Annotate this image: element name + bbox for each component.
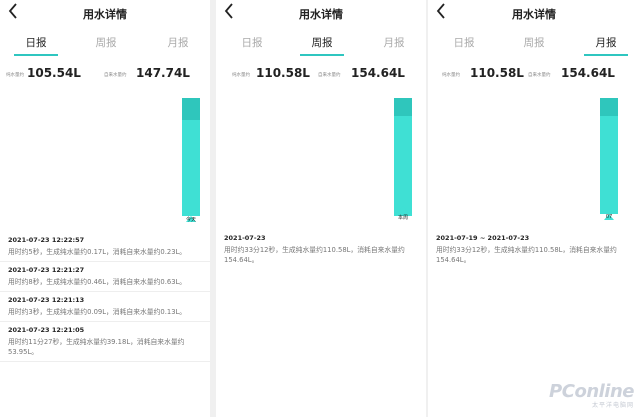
- nav-header: 用水详情: [0, 0, 210, 28]
- record-desc: 用时约33分12秒，生成纯水量约110.58L，消耗自来水量约154.64L。: [436, 246, 617, 264]
- pure-water-label: 纯水量约: [6, 73, 24, 78]
- usage-chart: 本周: [216, 90, 426, 230]
- record-time: 2021-07-19 ~ 2021-07-23: [436, 234, 530, 242]
- tab-monthly[interactable]: 月报: [364, 34, 424, 58]
- usage-bar-cap: [182, 98, 200, 120]
- list-item[interactable]: 2021-07-19 ~ 2021-07-23 用时约33分12秒，生成纯水量约…: [428, 230, 640, 269]
- water-stats: 纯水量约 110.58L 自来水量约 154.64L: [428, 66, 640, 84]
- page-title: 用水详情: [512, 8, 556, 21]
- tab-daily[interactable]: 日报: [222, 34, 282, 58]
- record-desc: 用时约3秒，生成纯水量约0.09L，消耗自来水量约0.13L。: [8, 308, 187, 316]
- report-tabs: 日报 周报 月报: [428, 34, 640, 60]
- record-time: 2021-07-23 12:21:27: [8, 266, 85, 274]
- tap-water-label: 自来水量约: [104, 73, 127, 78]
- list-item[interactable]: 2021-07-23 12:21:05 用时约11分27秒，生成纯水量约39.1…: [0, 322, 210, 362]
- tab-weekly[interactable]: 周报: [504, 34, 564, 58]
- usage-records: 2021-07-23 用时约33分12秒，生成纯水量约110.58L，消耗自来水…: [216, 230, 426, 269]
- usage-records: 2021-07-23 12:22:57 用时约5秒，生成纯水量约0.17L，消耗…: [0, 232, 210, 362]
- pure-water-label: 纯水量约: [442, 73, 460, 78]
- pure-water-value: 110.58L: [470, 66, 524, 80]
- list-item[interactable]: 2021-07-23 用时约33分12秒，生成纯水量约110.58L，消耗自来水…: [216, 230, 426, 269]
- pure-water-value: 110.58L: [256, 66, 310, 80]
- report-tabs: 日报 周报 月报: [0, 34, 210, 60]
- report-tabs: 日报 周报 月报: [216, 34, 426, 60]
- screenshot-stage: 用水详情 日报 周报 月报 纯水量约 105.54L 自来水量约 147.74L…: [0, 0, 640, 417]
- usage-bar[interactable]: [182, 98, 200, 216]
- tab-monthly[interactable]: 月报: [576, 34, 636, 58]
- nav-header: 用水详情: [428, 0, 640, 28]
- list-item[interactable]: 2021-07-23 12:21:27 用时约8秒，生成纯水量约0.46L，消耗…: [0, 262, 210, 292]
- tab-daily[interactable]: 日报: [6, 34, 66, 58]
- water-stats: 纯水量约 110.58L 自来水量约 154.64L: [216, 66, 426, 84]
- tab-weekly[interactable]: 周报: [76, 34, 136, 58]
- usage-records: 2021-07-19 ~ 2021-07-23 用时约33分12秒，生成纯水量约…: [428, 230, 640, 269]
- list-item[interactable]: 2021-07-23 12:22:57 用时约5秒，生成纯水量约0.17L，消耗…: [0, 232, 210, 262]
- record-desc: 用时约8秒，生成纯水量约0.46L，消耗自来水量约0.63L。: [8, 278, 187, 286]
- bar-period-tag: 本周: [397, 215, 408, 221]
- pure-water-label: 纯水量约: [232, 73, 250, 78]
- tap-water-value: 147.74L: [136, 66, 190, 80]
- record-desc: 用时约33分12秒，生成纯水量约110.58L，消耗自来水量约154.64L。: [224, 246, 405, 264]
- pure-water-value: 105.54L: [27, 66, 81, 80]
- record-time: 2021-07-23 12:21:13: [8, 296, 85, 304]
- page-title: 用水详情: [83, 8, 127, 21]
- list-item[interactable]: 2021-07-23 12:21:13 用时约3秒，生成纯水量约0.09L，消耗…: [0, 292, 210, 322]
- weekly-report-screen: 用水详情 日报 周报 月报 纯水量约 110.58L 自来水量约 154.64L…: [216, 0, 426, 417]
- bar-pointer-icon: [398, 206, 408, 212]
- usage-chart: 07: [428, 90, 640, 230]
- tap-water-value: 154.64L: [561, 66, 615, 80]
- tab-monthly[interactable]: 月报: [148, 34, 208, 58]
- watermark: PConline 太平洋电脑网: [549, 381, 634, 409]
- bar-period-tag: 07: [605, 214, 613, 220]
- usage-bar-cap: [394, 98, 412, 116]
- page-title: 用水详情: [299, 8, 343, 21]
- usage-bar[interactable]: [600, 98, 618, 214]
- record-time: 2021-07-23 12:21:05: [8, 326, 85, 334]
- monthly-report-screen: 用水详情 日报 周报 月报 纯水量约 110.58L 自来水量约 154.64L…: [428, 0, 640, 417]
- usage-chart: 今天: [0, 90, 210, 230]
- record-time: 2021-07-23: [224, 234, 266, 242]
- tab-daily[interactable]: 日报: [434, 34, 494, 58]
- water-stats: 纯水量约 105.54L 自来水量约 147.74L: [0, 66, 210, 84]
- tap-water-value: 154.64L: [351, 66, 405, 80]
- usage-bar[interactable]: [394, 98, 412, 216]
- tap-water-label: 自来水量约: [528, 73, 551, 78]
- daily-report-screen: 用水详情 日报 周报 月报 纯水量约 105.54L 自来水量约 147.74L…: [0, 0, 210, 417]
- record-desc: 用时约5秒，生成纯水量约0.17L，消耗自来水量约0.23L。: [8, 248, 187, 256]
- record-time: 2021-07-23 12:22:57: [8, 236, 85, 244]
- bar-period-tag: 今天: [185, 217, 196, 223]
- usage-bar-cap: [600, 98, 618, 116]
- watermark-logo: PConline: [549, 381, 634, 402]
- tap-water-label: 自来水量约: [318, 73, 341, 78]
- nav-header: 用水详情: [216, 0, 426, 28]
- tab-weekly[interactable]: 周报: [292, 34, 352, 58]
- record-desc: 用时约11分27秒，生成纯水量约39.18L，消耗自来水量约53.95L。: [8, 338, 185, 356]
